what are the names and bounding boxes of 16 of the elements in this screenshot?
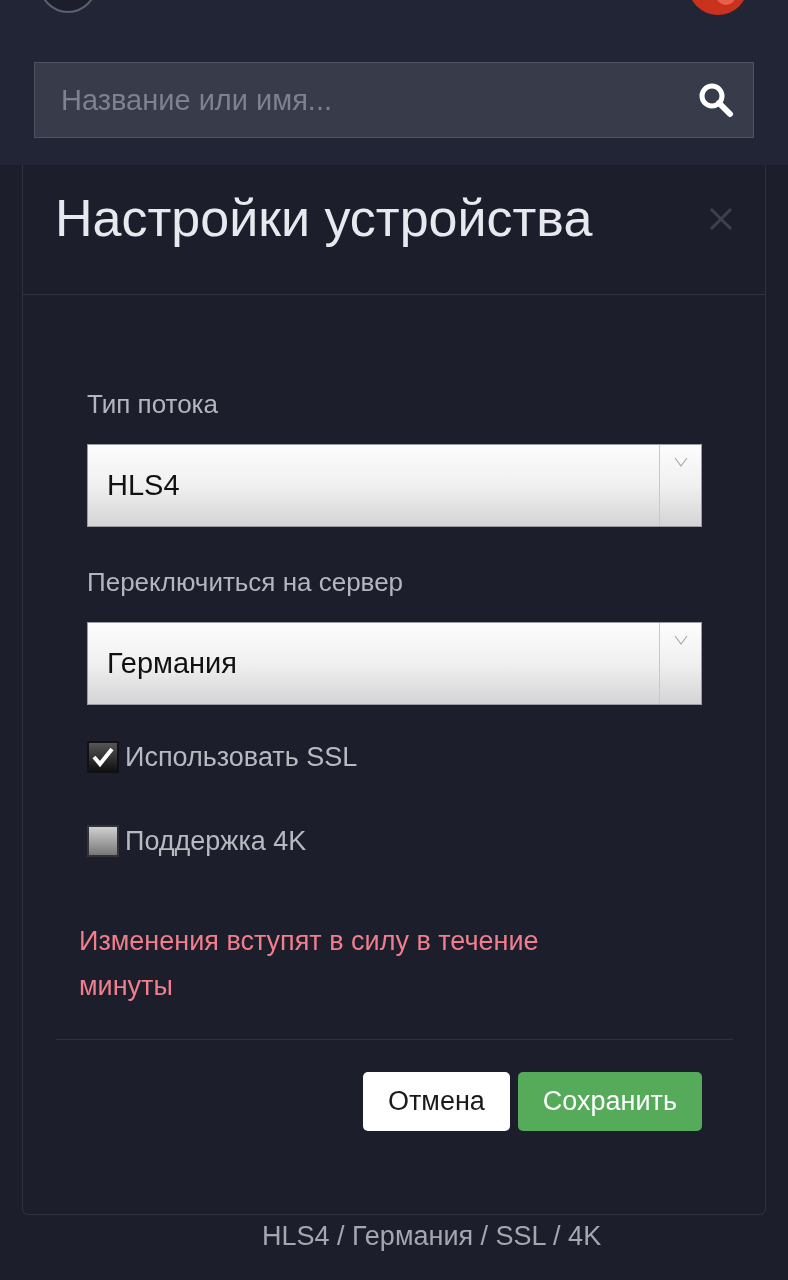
search-field[interactable]: Название или имя... xyxy=(34,62,754,138)
field-label: Переключиться на сервер xyxy=(87,567,405,598)
summary-text: HLS4 / Германия / SSL / 4K xyxy=(262,1221,602,1251)
cancel-button[interactable]: Отмена xyxy=(362,1072,510,1131)
search-icon[interactable] xyxy=(698,82,734,118)
field-label: Тип потока xyxy=(87,389,219,420)
caret-icon xyxy=(673,457,688,467)
notice-text: Изменения вступят в силу в течение минуты xyxy=(79,925,540,1003)
checkbox[interactable] xyxy=(87,825,119,857)
checkbox-label: Использовать SSL xyxy=(125,741,358,773)
dialog-title: Настройки устройства xyxy=(55,188,593,249)
caret-icon xyxy=(673,635,688,645)
dropdown-field[interactable]: Германия xyxy=(87,622,702,705)
checkbox[interactable] xyxy=(87,741,119,773)
dropdown-field[interactable]: HLS4 xyxy=(87,444,702,527)
checkbox-label: Поддержка 4K xyxy=(125,825,307,857)
